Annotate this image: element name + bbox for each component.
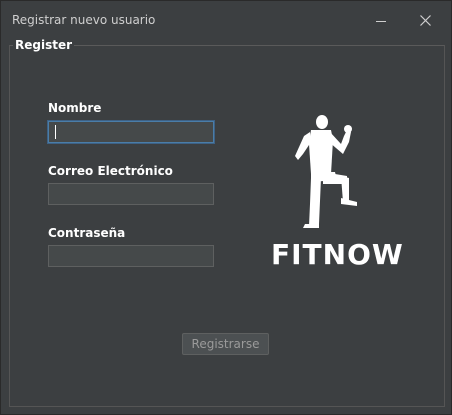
register-window: Registrar nuevo usuario Register Nombre … [0,0,452,415]
name-label: Nombre [48,101,102,115]
runner-figure-icon [295,115,357,228]
password-input[interactable] [48,245,214,267]
email-label: Correo Electrónico [48,164,173,178]
close-icon [419,14,431,26]
minimize-button[interactable] [370,9,392,31]
minimize-icon [376,20,386,22]
group-title: Register [13,38,75,52]
text-caret [55,125,56,139]
register-button[interactable]: Registrarse [182,333,269,355]
password-label: Contraseña [48,226,126,240]
name-input[interactable] [48,121,214,143]
window-title: Registrar nuevo usuario [12,13,156,27]
email-input[interactable] [48,183,214,205]
brand-logo-text: FITNOW [271,238,404,271]
title-bar[interactable]: Registrar nuevo usuario [1,1,451,37]
close-button[interactable] [414,9,436,31]
